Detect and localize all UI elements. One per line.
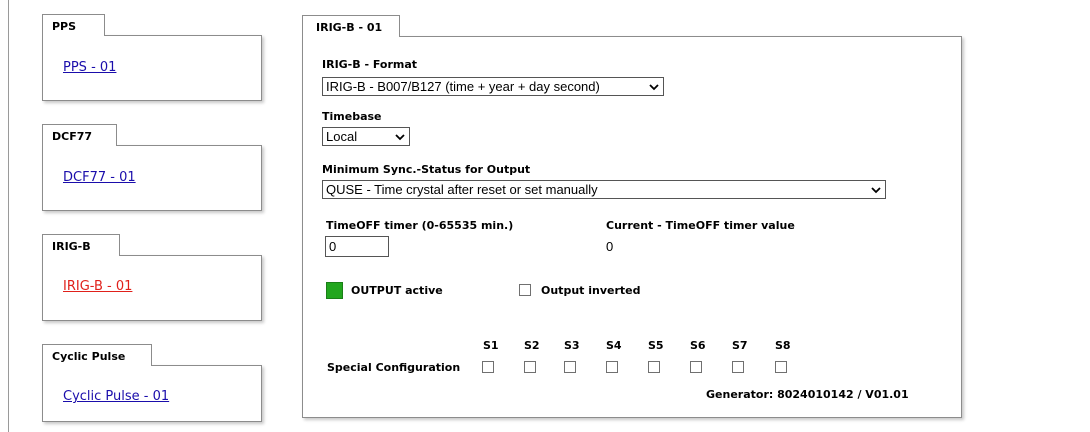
switch-label-s1: S1	[483, 339, 499, 352]
tab-irig-b[interactable]: IRIG-B	[42, 234, 120, 256]
special-config-label: Special Configuration	[327, 361, 461, 374]
switch-checkbox-s8[interactable]	[775, 361, 787, 373]
tab-cyclic-pulse[interactable]: Cyclic Pulse	[42, 344, 152, 366]
switch-checkbox-s1[interactable]	[482, 361, 494, 373]
current-timeoff-label: Current - TimeOFF timer value	[606, 219, 795, 232]
switch-label-s4: S4	[606, 339, 622, 352]
switch-label-s2: S2	[524, 339, 540, 352]
switch-checkbox-s2[interactable]	[524, 361, 536, 373]
cyclic-pulse-01-link[interactable]: Cyclic Pulse - 01	[63, 389, 169, 404]
timeoff-label: TimeOFF timer (0-65535 min.)	[326, 219, 514, 232]
switch-checkbox-s6[interactable]	[690, 361, 702, 373]
switch-checkbox-s7[interactable]	[732, 361, 744, 373]
chevron-down-icon	[649, 84, 659, 91]
current-timeoff-value: 0	[606, 239, 614, 254]
format-label: IRIG-B - Format	[322, 58, 418, 71]
output-active-led	[326, 282, 343, 299]
tab-pps[interactable]: PPS	[42, 14, 105, 36]
left-border-line	[8, 0, 9, 432]
switch-checkbox-s5[interactable]	[648, 361, 660, 373]
dcf77-01-link[interactable]: DCF77 - 01	[63, 170, 136, 185]
switch-checkbox-s3[interactable]	[564, 361, 576, 373]
format-select-value: IRIG-B - B007/B127 (time + year + day se…	[326, 79, 600, 94]
output-active-label: OUTPUT active	[351, 284, 443, 297]
min-sync-select-value: QUSE - Time crystal after reset or set m…	[326, 182, 598, 197]
min-sync-select[interactable]: QUSE - Time crystal after reset or set m…	[322, 180, 886, 199]
min-sync-label: Minimum Sync.-Status for Output	[322, 163, 531, 176]
switch-label-s3: S3	[564, 339, 580, 352]
switch-checkbox-s4[interactable]	[606, 361, 618, 373]
tab-irig-b-01[interactable]: IRIG-B - 01	[302, 15, 400, 37]
irig-b-01-link[interactable]: IRIG-B - 01	[63, 279, 132, 294]
output-inverted-checkbox[interactable]	[519, 284, 531, 296]
generator-info: Generator: 8024010142 / V01.01	[706, 388, 909, 401]
chevron-down-icon	[395, 134, 405, 141]
output-inverted-label: Output inverted	[541, 284, 641, 297]
chevron-down-icon	[871, 187, 881, 194]
format-select[interactable]: IRIG-B - B007/B127 (time + year + day se…	[322, 77, 664, 96]
switch-label-s7: S7	[732, 339, 748, 352]
tab-dcf77[interactable]: DCF77	[42, 124, 117, 146]
switch-label-s6: S6	[690, 339, 706, 352]
timebase-select[interactable]: Local	[322, 127, 410, 146]
timebase-select-value: Local	[326, 129, 358, 144]
timeoff-input[interactable]: 0	[325, 236, 389, 257]
pps-01-link[interactable]: PPS - 01	[63, 60, 116, 75]
switch-label-s5: S5	[648, 339, 664, 352]
switch-label-s8: S8	[775, 339, 791, 352]
timebase-label: Timebase	[322, 110, 382, 123]
